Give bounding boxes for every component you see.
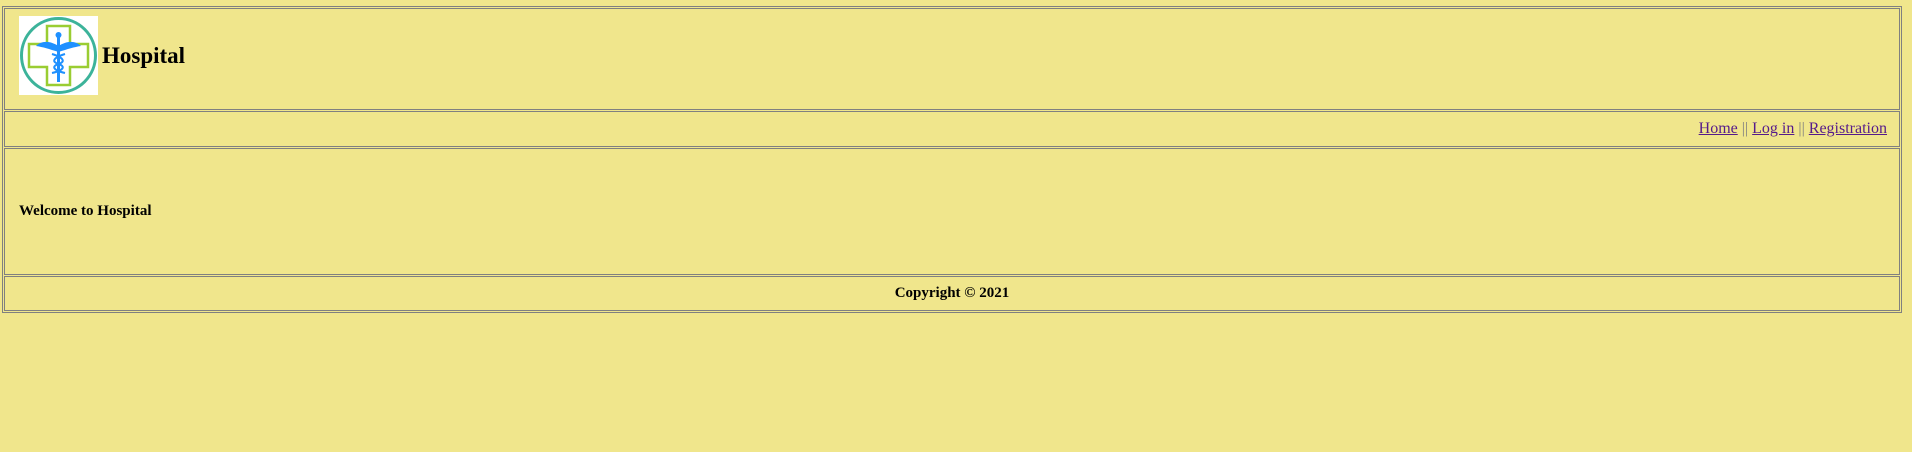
nav-link-login[interactable]: Log in bbox=[1752, 120, 1794, 137]
nav-links: Home || Log in || Registration bbox=[1699, 118, 1887, 140]
nav-separator: || bbox=[1798, 120, 1805, 137]
hospital-logo bbox=[19, 16, 98, 95]
header: Hospital bbox=[4, 8, 1900, 110]
main-content: Welcome to Hospital bbox=[4, 148, 1900, 275]
site-title: Hospital bbox=[102, 43, 186, 68]
navigation-bar: Home || Log in || Registration bbox=[4, 111, 1900, 147]
nav-link-registration[interactable]: Registration bbox=[1809, 120, 1887, 137]
welcome-message: Welcome to Hospital bbox=[19, 203, 152, 219]
nav-link-home[interactable]: Home bbox=[1699, 120, 1738, 137]
nav-separator: || bbox=[1741, 120, 1749, 137]
footer: Copyright © 2021 bbox=[4, 276, 1900, 311]
medical-cross-caduceus-icon bbox=[20, 17, 97, 94]
copyright-text: Copyright © 2021 bbox=[894, 285, 1010, 301]
page-layout-table: Hospital Home || Log in || Registration … bbox=[2, 6, 1902, 313]
